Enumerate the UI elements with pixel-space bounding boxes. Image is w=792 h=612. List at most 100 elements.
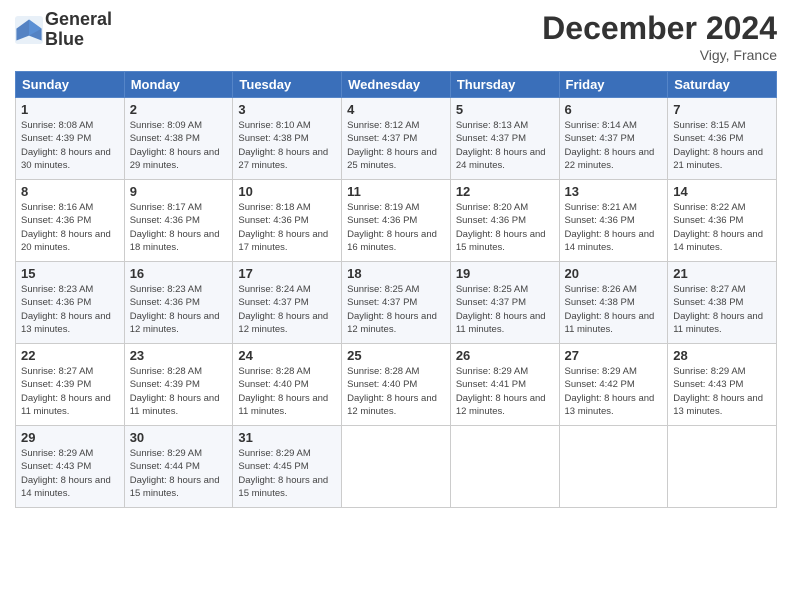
logo: General Blue (15, 10, 112, 50)
day-number: 28 (673, 348, 771, 363)
day-info: Sunrise: 8:25 AMSunset: 4:37 PMDaylight:… (456, 284, 546, 335)
day-number: 6 (565, 102, 663, 117)
day-cell: 30 Sunrise: 8:29 AMSunset: 4:44 PMDayligh… (124, 426, 233, 508)
day-info: Sunrise: 8:27 AMSunset: 4:38 PMDaylight:… (673, 284, 763, 335)
day-info: Sunrise: 8:29 AMSunset: 4:45 PMDaylight:… (238, 448, 328, 499)
day-info: Sunrise: 8:28 AMSunset: 4:39 PMDaylight:… (130, 366, 220, 417)
day-info: Sunrise: 8:24 AMSunset: 4:37 PMDaylight:… (238, 284, 328, 335)
day-info: Sunrise: 8:22 AMSunset: 4:36 PMDaylight:… (673, 202, 763, 253)
day-cell: 31 Sunrise: 8:29 AMSunset: 4:45 PMDayligh… (233, 426, 342, 508)
week-row-2: 8 Sunrise: 8:16 AMSunset: 4:36 PMDaylight… (16, 180, 777, 262)
day-info: Sunrise: 8:29 AMSunset: 4:42 PMDaylight:… (565, 366, 655, 417)
day-cell: 14 Sunrise: 8:22 AMSunset: 4:36 PMDayligh… (668, 180, 777, 262)
day-number: 11 (347, 184, 445, 199)
day-number: 7 (673, 102, 771, 117)
day-number: 10 (238, 184, 336, 199)
day-number: 22 (21, 348, 119, 363)
page-header: General Blue December 2024 Vigy, France (15, 10, 777, 63)
page-container: General Blue December 2024 Vigy, France … (0, 0, 792, 518)
header-cell-thursday: Thursday (450, 72, 559, 98)
day-number: 24 (238, 348, 336, 363)
day-cell: 12Sunrise: 8:20 AMSunset: 4:36 PMDayligh… (450, 180, 559, 262)
day-number: 15 (21, 266, 119, 281)
day-cell: 27 Sunrise: 8:29 AMSunset: 4:42 PMDayligh… (559, 344, 668, 426)
logo-line1: General (45, 10, 112, 30)
day-cell: 11 Sunrise: 8:19 AMSunset: 4:36 PMDayligh… (342, 180, 451, 262)
day-cell: 4Sunrise: 8:12 AMSunset: 4:37 PMDaylight… (342, 98, 451, 180)
day-number: 29 (21, 430, 119, 445)
day-number: 1 (21, 102, 119, 117)
day-info: Sunrise: 8:08 AMSunset: 4:39 PMDaylight:… (21, 120, 111, 171)
day-number: 19 (456, 266, 554, 281)
day-cell: 8 Sunrise: 8:16 AMSunset: 4:36 PMDaylight… (16, 180, 125, 262)
day-info: Sunrise: 8:28 AMSunset: 4:40 PMDaylight:… (347, 366, 437, 417)
day-info: Sunrise: 8:17 AMSunset: 4:36 PMDaylight:… (130, 202, 220, 253)
day-number: 9 (130, 184, 228, 199)
day-number: 23 (130, 348, 228, 363)
day-info: Sunrise: 8:26 AMSunset: 4:38 PMDaylight:… (565, 284, 655, 335)
day-info: Sunrise: 8:29 AMSunset: 4:43 PMDaylight:… (673, 366, 763, 417)
day-number: 26 (456, 348, 554, 363)
day-info: Sunrise: 8:14 AMSunset: 4:37 PMDaylight:… (565, 120, 655, 171)
day-info: Sunrise: 8:20 AMSunset: 4:36 PMDaylight:… (456, 202, 546, 253)
day-cell: 19 Sunrise: 8:25 AMSunset: 4:37 PMDayligh… (450, 262, 559, 344)
day-cell: 15Sunrise: 8:23 AMSunset: 4:36 PMDayligh… (16, 262, 125, 344)
header-cell-tuesday: Tuesday (233, 72, 342, 98)
day-number: 31 (238, 430, 336, 445)
header-row: SundayMondayTuesdayWednesdayThursdayFrid… (16, 72, 777, 98)
day-info: Sunrise: 8:12 AMSunset: 4:37 PMDaylight:… (347, 120, 437, 171)
header-cell-wednesday: Wednesday (342, 72, 451, 98)
day-cell: 17 Sunrise: 8:24 AMSunset: 4:37 PMDayligh… (233, 262, 342, 344)
day-cell: 16Sunrise: 8:23 AMSunset: 4:36 PMDayligh… (124, 262, 233, 344)
day-number: 30 (130, 430, 228, 445)
calendar-header: SundayMondayTuesdayWednesdayThursdayFrid… (16, 72, 777, 98)
day-cell: 28 Sunrise: 8:29 AMSunset: 4:43 PMDayligh… (668, 344, 777, 426)
day-cell: 29 Sunrise: 8:29 AMSunset: 4:43 PMDayligh… (16, 426, 125, 508)
day-number: 21 (673, 266, 771, 281)
day-cell (559, 426, 668, 508)
day-number: 2 (130, 102, 228, 117)
week-row-1: 1 Sunrise: 8:08 AMSunset: 4:39 PMDaylight… (16, 98, 777, 180)
day-number: 27 (565, 348, 663, 363)
day-info: Sunrise: 8:29 AMSunset: 4:43 PMDaylight:… (21, 448, 111, 499)
day-cell: 24Sunrise: 8:28 AMSunset: 4:40 PMDayligh… (233, 344, 342, 426)
day-number: 5 (456, 102, 554, 117)
day-info: Sunrise: 8:10 AMSunset: 4:38 PMDaylight:… (238, 120, 328, 171)
header-cell-monday: Monday (124, 72, 233, 98)
header-cell-saturday: Saturday (668, 72, 777, 98)
calendar-table: SundayMondayTuesdayWednesdayThursdayFrid… (15, 71, 777, 508)
day-cell: 2Sunrise: 8:09 AMSunset: 4:38 PMDaylight… (124, 98, 233, 180)
logo-text: General Blue (45, 10, 112, 50)
day-info: Sunrise: 8:25 AMSunset: 4:37 PMDaylight:… (347, 284, 437, 335)
header-cell-friday: Friday (559, 72, 668, 98)
logo-icon (15, 16, 43, 44)
day-number: 18 (347, 266, 445, 281)
day-info: Sunrise: 8:19 AMSunset: 4:36 PMDaylight:… (347, 202, 437, 253)
day-number: 14 (673, 184, 771, 199)
month-title: December 2024 (542, 10, 777, 47)
day-cell: 6 Sunrise: 8:14 AMSunset: 4:37 PMDaylight… (559, 98, 668, 180)
day-info: Sunrise: 8:15 AMSunset: 4:36 PMDaylight:… (673, 120, 763, 171)
week-row-5: 29 Sunrise: 8:29 AMSunset: 4:43 PMDayligh… (16, 426, 777, 508)
day-number: 16 (130, 266, 228, 281)
day-info: Sunrise: 8:27 AMSunset: 4:39 PMDaylight:… (21, 366, 111, 417)
day-number: 8 (21, 184, 119, 199)
day-info: Sunrise: 8:21 AMSunset: 4:36 PMDaylight:… (565, 202, 655, 253)
day-cell: 18 Sunrise: 8:25 AMSunset: 4:37 PMDayligh… (342, 262, 451, 344)
day-cell: 22 Sunrise: 8:27 AMSunset: 4:39 PMDayligh… (16, 344, 125, 426)
location: Vigy, France (542, 47, 777, 63)
week-row-3: 15Sunrise: 8:23 AMSunset: 4:36 PMDayligh… (16, 262, 777, 344)
calendar-body: 1 Sunrise: 8:08 AMSunset: 4:39 PMDaylight… (16, 98, 777, 508)
day-cell: 5Sunrise: 8:13 AMSunset: 4:37 PMDaylight… (450, 98, 559, 180)
day-cell (342, 426, 451, 508)
day-cell: 3Sunrise: 8:10 AMSunset: 4:38 PMDaylight… (233, 98, 342, 180)
day-info: Sunrise: 8:29 AMSunset: 4:44 PMDaylight:… (130, 448, 220, 499)
day-cell: 9 Sunrise: 8:17 AMSunset: 4:36 PMDaylight… (124, 180, 233, 262)
day-info: Sunrise: 8:18 AMSunset: 4:36 PMDaylight:… (238, 202, 328, 253)
day-cell: 13Sunrise: 8:21 AMSunset: 4:36 PMDayligh… (559, 180, 668, 262)
day-cell: 10 Sunrise: 8:18 AMSunset: 4:36 PMDayligh… (233, 180, 342, 262)
day-cell (450, 426, 559, 508)
day-info: Sunrise: 8:16 AMSunset: 4:36 PMDaylight:… (21, 202, 111, 253)
day-cell: 23 Sunrise: 8:28 AMSunset: 4:39 PMDayligh… (124, 344, 233, 426)
day-number: 17 (238, 266, 336, 281)
